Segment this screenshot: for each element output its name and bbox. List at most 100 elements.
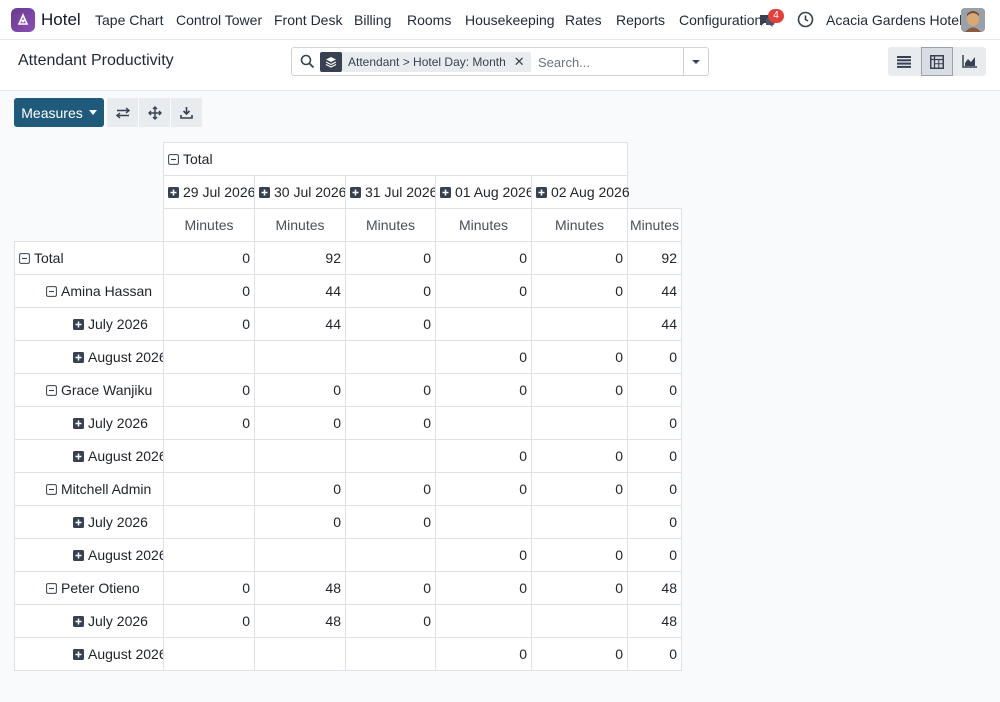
pivot-cell[interactable]: 0 — [435, 472, 532, 506]
pivot-cell[interactable]: 0 — [531, 472, 628, 506]
pivot-cell[interactable]: 0 — [531, 373, 628, 407]
menu-control-tower[interactable]: Control Tower — [176, 12, 262, 28]
pivot-cell[interactable]: 0 — [345, 241, 436, 275]
measures-button[interactable]: Measures — [14, 98, 104, 127]
menu-rates[interactable]: Rates — [565, 12, 602, 28]
flip-axis-button[interactable] — [107, 98, 138, 127]
download-button[interactable] — [171, 98, 202, 127]
pivot-cell[interactable]: 0 — [435, 538, 532, 572]
pivot-cell[interactable]: 44 — [254, 274, 346, 308]
pivot-cell[interactable]: 0 — [531, 439, 628, 473]
row-header[interactable]: August 2026 — [14, 340, 167, 374]
company-name[interactable]: Acacia Gardens Hotel — [826, 12, 962, 28]
pivot-cell[interactable]: 0 — [163, 373, 255, 407]
pivot-cell[interactable] — [254, 538, 346, 572]
graph-view-button[interactable] — [953, 47, 986, 76]
pivot-cell[interactable]: 0 — [345, 373, 436, 407]
collapse-icon[interactable] — [46, 582, 57, 594]
row-header[interactable]: July 2026 — [14, 604, 164, 638]
pivot-cell[interactable]: 0 — [163, 241, 255, 275]
pivot-cell[interactable]: 48 — [627, 571, 682, 605]
pivot-cell[interactable]: 0 — [345, 571, 436, 605]
pivot-cell[interactable]: 0 — [627, 406, 682, 440]
row-header[interactable]: August 2026 — [14, 439, 167, 473]
pivot-cell[interactable]: 0 — [163, 307, 255, 341]
pivot-cell[interactable] — [254, 340, 346, 374]
pivot-cell[interactable]: 0 — [435, 241, 532, 275]
list-view-button[interactable] — [888, 47, 921, 76]
row-header[interactable]: July 2026 — [14, 307, 164, 341]
pivot-cell[interactable]: 0 — [627, 505, 682, 539]
pivot-cell[interactable]: 44 — [254, 307, 346, 341]
pivot-cell[interactable]: 0 — [627, 472, 682, 506]
column-header-date[interactable]: 31 Jul 2026 — [345, 175, 437, 209]
pivot-cell[interactable]: 0 — [627, 637, 682, 671]
pivot-cell[interactable]: 0 — [531, 637, 628, 671]
pivot-cell[interactable] — [254, 439, 346, 473]
pivot-cell[interactable] — [163, 472, 255, 506]
row-header[interactable]: August 2026 — [14, 637, 167, 671]
pivot-cell[interactable] — [435, 505, 532, 539]
collapse-icon[interactable] — [168, 153, 179, 165]
row-header[interactable]: July 2026 — [14, 505, 164, 539]
row-header[interactable]: Peter Otieno — [14, 571, 164, 605]
pivot-cell[interactable]: 0 — [435, 274, 532, 308]
row-header[interactable]: Amina Hassan — [14, 274, 164, 308]
pivot-cell[interactable] — [163, 340, 255, 374]
expand-icon[interactable] — [73, 417, 84, 429]
pivot-cell[interactable]: 0 — [345, 472, 436, 506]
pivot-cell[interactable]: 0 — [254, 472, 346, 506]
pivot-cell[interactable]: 0 — [345, 307, 436, 341]
pivot-cell[interactable]: 0 — [627, 373, 682, 407]
app-name[interactable]: Hotel — [41, 10, 81, 30]
row-header[interactable]: Grace Wanjiku — [14, 373, 164, 407]
pivot-cell[interactable]: 92 — [254, 241, 346, 275]
pivot-cell[interactable] — [435, 307, 532, 341]
menu-housekeeping[interactable]: Housekeeping — [465, 12, 555, 28]
pivot-cell[interactable]: 0 — [163, 571, 255, 605]
pivot-cell[interactable]: 0 — [531, 340, 628, 374]
pivot-cell[interactable]: 0 — [531, 571, 628, 605]
pivot-cell[interactable] — [345, 538, 436, 572]
collapse-icon[interactable] — [19, 252, 30, 264]
pivot-cell[interactable]: 0 — [531, 241, 628, 275]
pivot-cell[interactable] — [531, 307, 628, 341]
search-icon[interactable] — [300, 54, 315, 69]
pivot-cell[interactable] — [531, 406, 628, 440]
menu-configuration[interactable]: Configuration — [679, 12, 762, 28]
expand-icon[interactable] — [73, 648, 84, 660]
pivot-cell[interactable]: 0 — [345, 274, 436, 308]
pivot-cell[interactable]: 0 — [435, 373, 532, 407]
pivot-cell[interactable]: 48 — [627, 604, 682, 638]
pivot-cell[interactable]: 48 — [254, 604, 346, 638]
pivot-cell[interactable] — [163, 637, 255, 671]
menu-billing[interactable]: Billing — [354, 12, 391, 28]
pivot-cell[interactable] — [435, 406, 532, 440]
expand-icon[interactable] — [73, 516, 84, 528]
row-header[interactable]: Total — [14, 241, 164, 275]
row-header[interactable]: July 2026 — [14, 406, 164, 440]
remove-facet-icon[interactable]: ✕ — [514, 54, 531, 70]
pivot-cell[interactable] — [163, 538, 255, 572]
expand-icon[interactable] — [73, 351, 84, 363]
pivot-cell[interactable] — [345, 637, 436, 671]
expand-icon[interactable] — [536, 186, 547, 198]
user-avatar[interactable] — [961, 8, 985, 32]
column-header-date[interactable]: 02 Aug 2026 — [531, 175, 630, 209]
expand-all-button[interactable] — [139, 98, 170, 127]
expand-icon[interactable] — [440, 186, 451, 198]
activity-clock-icon[interactable] — [797, 11, 814, 28]
row-header[interactable]: August 2026 — [14, 538, 167, 572]
pivot-cell[interactable]: 0 — [627, 538, 682, 572]
groupby-facet[interactable]: Attendant > Hotel Day: Month ✕ — [320, 52, 531, 72]
pivot-cell[interactable]: 0 — [345, 406, 436, 440]
pivot-cell[interactable] — [254, 637, 346, 671]
pivot-cell[interactable]: 0 — [345, 505, 436, 539]
hotel-app-icon[interactable] — [11, 8, 35, 32]
column-header-date[interactable]: 01 Aug 2026 — [435, 175, 534, 209]
pivot-cell[interactable]: 92 — [627, 241, 682, 275]
pivot-cell[interactable]: 44 — [627, 307, 682, 341]
menu-reports[interactable]: Reports — [616, 12, 665, 28]
search-bar[interactable]: Attendant > Hotel Day: Month ✕ — [291, 47, 709, 76]
pivot-cell[interactable]: 0 — [435, 571, 532, 605]
